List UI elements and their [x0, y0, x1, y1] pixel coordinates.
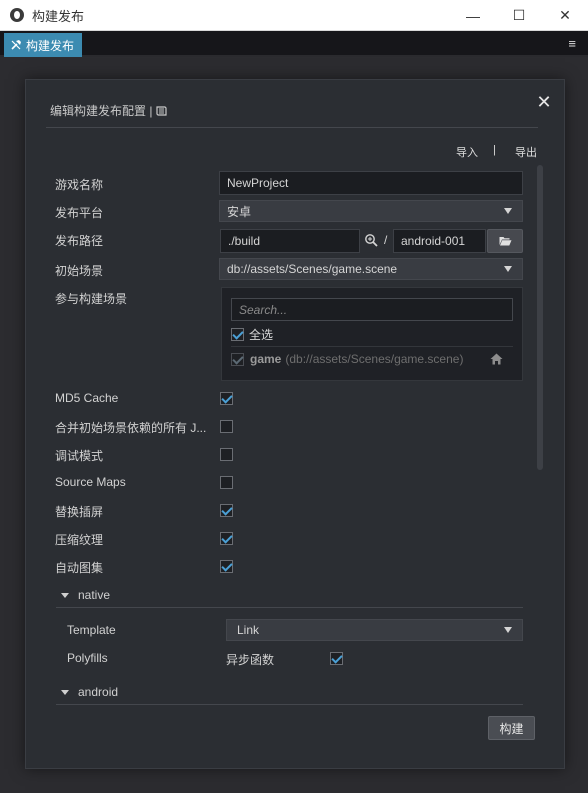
- select-all-label: 全选: [249, 328, 274, 342]
- polyfills-label: Polyfills: [67, 651, 108, 665]
- scene-checkbox: [231, 352, 244, 366]
- header-divider: [46, 127, 538, 128]
- option-label-debug: 调试模式: [55, 449, 104, 463]
- expand-triangle-icon: [61, 592, 69, 598]
- build-button[interactable]: 构建: [488, 716, 535, 740]
- window-titlebar: 构建发布 — ☐ ✕: [0, 0, 588, 31]
- native-section-divider: [56, 607, 523, 608]
- android-section-divider: [56, 704, 523, 705]
- select-all-checkbox[interactable]: [231, 328, 244, 341]
- start-scene-value: db://assets/Scenes/game.scene: [227, 262, 398, 276]
- dialog-title: 编辑构建发布配置 |: [50, 104, 153, 118]
- platform-label: 发布平台: [55, 206, 104, 220]
- option-label-replace-splash: 替换插屏: [55, 505, 104, 519]
- async-functions-label: 异步函数: [226, 653, 275, 667]
- scene-name: game: [250, 352, 282, 366]
- build-path-input[interactable]: ./build: [220, 229, 360, 253]
- home-icon: [490, 353, 503, 365]
- game-name-input[interactable]: NewProject: [219, 171, 523, 195]
- start-scene-label: 初始场景: [55, 264, 104, 278]
- tab-build-publish[interactable]: 构建发布: [4, 33, 83, 57]
- template-label: Template: [67, 623, 116, 637]
- dialog-scrollbar[interactable]: [537, 165, 543, 470]
- dropdown-arrow-icon: [504, 208, 512, 214]
- dropdown-arrow-icon: [504, 266, 512, 272]
- app-logo-icon: [10, 8, 24, 22]
- replace-splash-checkbox[interactable]: [220, 504, 233, 517]
- window-title: 构建发布: [32, 8, 85, 24]
- folder-open-icon: [499, 237, 511, 246]
- compress-texture-checkbox[interactable]: [220, 532, 233, 545]
- option-label-source-maps: Source Maps: [55, 475, 126, 489]
- included-scenes-label: 参与构建场景: [55, 292, 128, 306]
- build-path-label: 发布路径: [55, 234, 104, 248]
- panel-menu-icon[interactable]: ≡: [568, 36, 576, 51]
- option-label-compress-texture: 压缩纹理: [55, 533, 104, 547]
- option-label-merge-json: 合并初始场景依赖的所有 J...: [55, 421, 207, 435]
- scene-list-divider: [231, 346, 513, 347]
- option-label-auto-atlas: 自动图集: [55, 561, 104, 575]
- build-config-dialog: 编辑构建发布配置 | ✕ 导入 | 导出 游戏名称 NewProject 发布平…: [25, 79, 565, 769]
- hammer-icon: [11, 40, 21, 50]
- source-maps-checkbox[interactable]: [220, 476, 233, 489]
- scene-search-input[interactable]: Search...: [231, 298, 513, 321]
- minimize-button[interactable]: —: [450, 0, 496, 31]
- scene-path: (db://assets/Scenes/game.scene): [285, 352, 464, 366]
- tab-label: 构建发布: [26, 38, 75, 53]
- window-close-button[interactable]: ✕: [542, 0, 588, 31]
- android-section-toggle[interactable]: android: [61, 685, 118, 699]
- android-section-title: android: [78, 685, 119, 699]
- dialog-close-button[interactable]: ✕: [536, 93, 552, 111]
- native-section-title: native: [78, 588, 111, 602]
- option-label-md5-cache: MD5 Cache: [55, 391, 119, 405]
- game-name-label: 游戏名称: [55, 178, 104, 192]
- auto-atlas-checkbox[interactable]: [220, 560, 233, 573]
- scene-list-box: Search... 全选 game (db://assets/Scenes/ga…: [221, 287, 523, 381]
- native-section-toggle[interactable]: native: [61, 588, 110, 602]
- debug-mode-checkbox[interactable]: [220, 448, 233, 461]
- list-item: game (db://assets/Scenes/game.scene): [231, 352, 513, 366]
- template-value: Link: [237, 623, 260, 637]
- io-separator: |: [493, 144, 496, 156]
- open-folder-button[interactable]: [487, 229, 523, 253]
- async-functions-checkbox[interactable]: [330, 652, 343, 665]
- dialog-header: 编辑构建发布配置 |: [50, 102, 168, 119]
- merge-json-checkbox[interactable]: [220, 420, 233, 433]
- expand-triangle-icon: [61, 689, 69, 695]
- template-select[interactable]: Link: [226, 619, 523, 641]
- export-link[interactable]: 导出: [515, 144, 537, 160]
- platform-select[interactable]: 安卓: [219, 200, 523, 222]
- import-link[interactable]: 导入: [456, 144, 478, 160]
- path-slash: /: [384, 233, 388, 247]
- select-all-row[interactable]: 全选: [231, 326, 273, 343]
- start-scene-select[interactable]: db://assets/Scenes/game.scene: [219, 258, 523, 280]
- search-zoom-icon[interactable]: [364, 233, 378, 247]
- md5-cache-checkbox[interactable]: [220, 392, 233, 405]
- panel-tab-strip: 构建发布 ≡: [0, 31, 588, 57]
- platform-value: 安卓: [227, 204, 252, 219]
- book-icon[interactable]: [156, 105, 168, 116]
- maximize-button[interactable]: ☐: [496, 0, 542, 31]
- window-controls: — ☐ ✕: [450, 0, 588, 31]
- output-folder-input[interactable]: android-001: [393, 229, 486, 253]
- dropdown-arrow-icon: [504, 627, 512, 633]
